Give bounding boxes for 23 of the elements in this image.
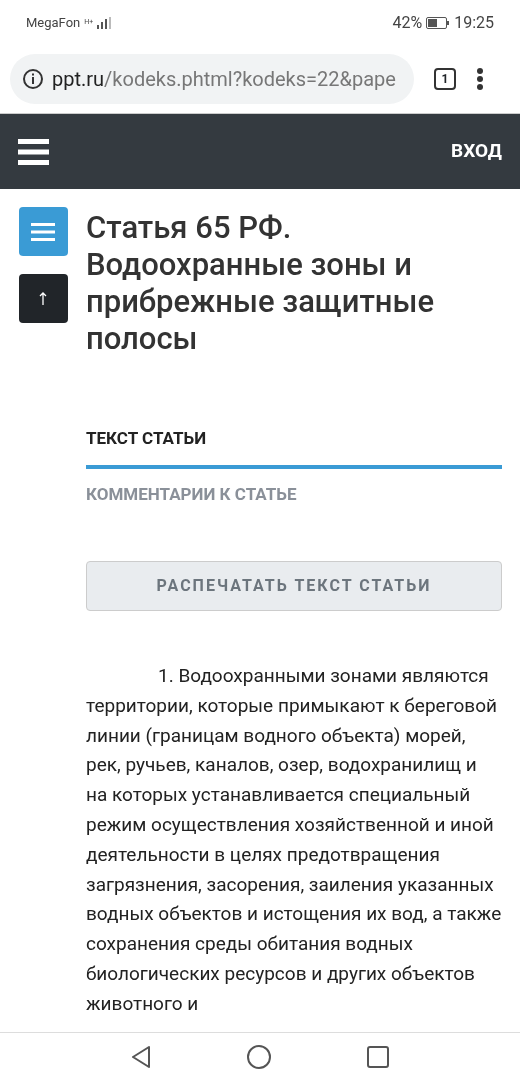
article-paragraph: 1. Водоохранными зонами являются территории, которые примыкают к береговой линии (границам водного объекта) морей, рек, ручьев, каналов, озер, водохранилищ и на которых устанавливается специальный режим осуществления хозяйственной и иной деятельности в целях предотвращения загрязнения, засорения, заиления указанных водных объектов и истощения их вод, а также сохранения среды обитания водных биологических ресурсов и других объектов животного и: [86, 663, 502, 1017]
menu-button[interactable]: [18, 207, 68, 256]
more-icon[interactable]: [476, 67, 484, 91]
scroll-top-button[interactable]: [18, 274, 68, 323]
recents-icon[interactable]: [367, 1045, 389, 1068]
print-button[interactable]: РАСПЕЧАТАТЬ ТЕКСТ СТАТЬИ: [86, 561, 502, 611]
address-bar[interactable]: ppt.ru/kodeks.phtml?kodeks=22&pape: [10, 54, 414, 104]
signal-icon: [97, 16, 112, 29]
battery-percent: 42%: [392, 11, 423, 34]
clock: 19:25: [454, 11, 494, 34]
menu-icon: [31, 222, 55, 241]
battery-icon: [426, 16, 451, 29]
article-title: Статья 65 РФ. Водоохранные зоны и прибрежные защитные полосы: [86, 209, 436, 357]
home-icon[interactable]: [247, 1044, 271, 1069]
tab-count-button[interactable]: 1: [434, 68, 456, 90]
carrier-name: MegaFon: [26, 13, 81, 32]
menu-icon[interactable]: [18, 138, 49, 165]
url-text: ppt.ru/kodeks.phtml?kodeks=22&pape: [52, 66, 396, 93]
back-icon[interactable]: [131, 1045, 151, 1068]
login-button[interactable]: ВХОД: [451, 137, 502, 166]
article-tab[interactable]: ТЕКСТ СТАТЬИ: [86, 413, 502, 469]
info-icon: [22, 68, 44, 90]
arrow-up-icon: [39, 291, 47, 306]
